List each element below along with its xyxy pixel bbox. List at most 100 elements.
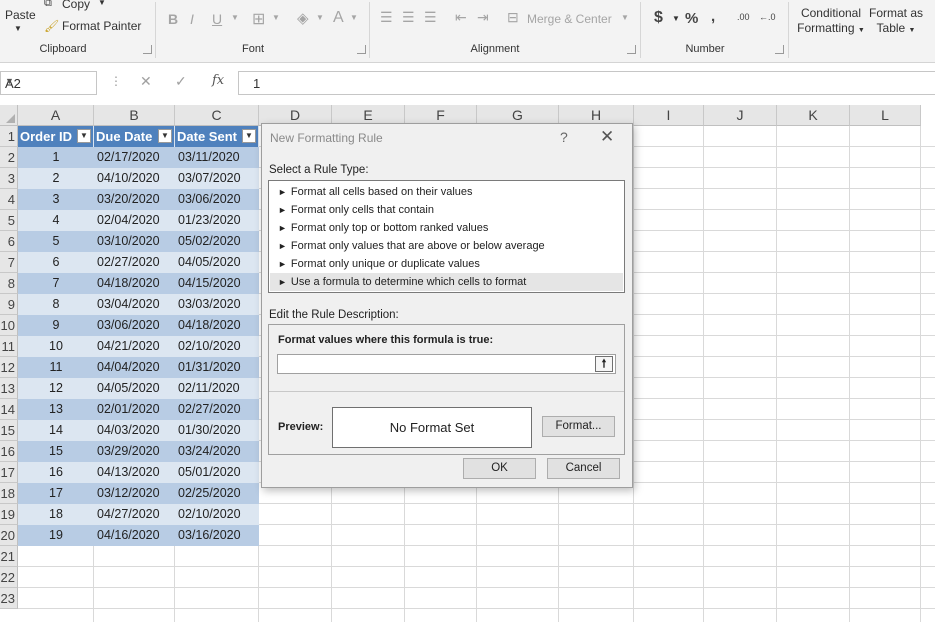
bold-button[interactable]: B — [168, 11, 178, 27]
font-color-dropdown-icon[interactable]: ▼ — [350, 13, 358, 22]
table-cell[interactable]: 03/11/2020 — [175, 147, 259, 168]
rule-type-option[interactable]: ► Format only unique or duplicate values — [270, 255, 623, 273]
table-cell[interactable]: 2 — [18, 168, 94, 189]
table-cell[interactable]: 04/21/2020 — [94, 336, 175, 357]
row-header-21[interactable]: 21 — [0, 546, 18, 567]
confirm-entry-icon[interactable]: ✓ — [175, 73, 187, 90]
table-cell[interactable]: 16 — [18, 462, 94, 483]
row-header-14[interactable]: 14 — [0, 399, 18, 420]
close-icon[interactable]: ✕ — [600, 127, 614, 147]
table-cell[interactable]: 05/01/2020 — [175, 462, 259, 483]
decrease-decimal-button[interactable]: ←.0 — [759, 12, 776, 22]
table-cell[interactable]: 04/13/2020 — [94, 462, 175, 483]
table-cell[interactable]: 1 — [18, 147, 94, 168]
decrease-indent-icon[interactable]: ⇤ — [455, 9, 467, 26]
row-header-10[interactable]: 10 — [0, 315, 18, 336]
table-cell[interactable]: 19 — [18, 525, 94, 546]
row-header-3[interactable]: 3 — [0, 168, 18, 189]
alignment-launcher-icon[interactable] — [627, 45, 636, 54]
table-cell[interactable]: 01/23/2020 — [175, 210, 259, 231]
due-date-header[interactable]: Due Date ▼ — [94, 126, 175, 147]
row-header-20[interactable]: 20 — [0, 525, 18, 546]
rule-type-list[interactable]: ► Format all cells based on their values ►… — [268, 180, 625, 293]
table-cell[interactable]: 01/30/2020 — [175, 420, 259, 441]
underline-button[interactable]: U — [212, 11, 222, 27]
number-launcher-icon[interactable] — [775, 45, 784, 54]
table-cell[interactable]: 4 — [18, 210, 94, 231]
column-header-i[interactable]: I — [634, 105, 704, 126]
table-cell[interactable]: 10 — [18, 336, 94, 357]
select-all-corner[interactable] — [0, 105, 18, 126]
align-right-icon[interactable]: ☰ — [424, 9, 437, 26]
column-header-l[interactable]: L — [850, 105, 921, 126]
filter-dropdown-icon[interactable]: ▼ — [158, 129, 172, 143]
table-cell[interactable]: 15 — [18, 441, 94, 462]
table-cell[interactable]: 01/31/2020 — [175, 357, 259, 378]
filter-dropdown-icon[interactable]: ▼ — [77, 129, 91, 143]
table-cell[interactable]: 03/16/2020 — [175, 525, 259, 546]
name-box[interactable]: A2 ▼ — [0, 71, 97, 95]
conditional-formatting-button[interactable]: Conditional Formatting ▼ — [796, 6, 866, 35]
table-cell[interactable]: 03/07/2020 — [175, 168, 259, 189]
cancel-button[interactable]: Cancel — [547, 458, 620, 479]
table-cell[interactable]: 9 — [18, 315, 94, 336]
name-box-dropdown-icon[interactable]: ▼ — [5, 76, 92, 86]
font-color-icon[interactable]: A — [333, 9, 344, 27]
row-header-16[interactable]: 16 — [0, 441, 18, 462]
table-cell[interactable]: 8 — [18, 294, 94, 315]
paste-dropdown-icon[interactable]: ▼ — [14, 24, 22, 33]
table-cell[interactable]: 03/06/2020 — [175, 189, 259, 210]
table-cell[interactable]: 13 — [18, 399, 94, 420]
copy-button[interactable]: Copy — [62, 0, 90, 11]
cancel-entry-icon[interactable]: ✕ — [140, 73, 152, 90]
row-header-18[interactable]: 18 — [0, 483, 18, 504]
table-cell[interactable]: 02/10/2020 — [175, 504, 259, 525]
table-cell[interactable]: 02/25/2020 — [175, 483, 259, 504]
currency-button[interactable]: $ — [654, 9, 663, 27]
table-cell[interactable]: 5 — [18, 231, 94, 252]
table-cell[interactable]: 02/27/2020 — [175, 399, 259, 420]
insert-function-icon[interactable]: fx — [212, 73, 224, 88]
collapse-dialog-icon[interactable]: 🠕 — [595, 356, 613, 372]
table-cell[interactable]: 12 — [18, 378, 94, 399]
align-center-icon[interactable]: ☰ — [402, 9, 415, 26]
filter-dropdown-icon[interactable]: ▼ — [242, 129, 256, 143]
table-cell[interactable]: 03/04/2020 — [94, 294, 175, 315]
table-cell[interactable]: 11 — [18, 357, 94, 378]
table-cell[interactable]: 03/24/2020 — [175, 441, 259, 462]
table-cell[interactable]: 05/02/2020 — [175, 231, 259, 252]
fill-color-icon[interactable]: ◈ — [297, 9, 309, 27]
row-header-4[interactable]: 4 — [0, 189, 18, 210]
percent-button[interactable]: % — [685, 10, 698, 27]
column-header-j[interactable]: J — [704, 105, 777, 126]
increase-decimal-button[interactable]: .00 — [737, 12, 750, 22]
rule-type-option[interactable]: ► Format only values that are above or be… — [270, 237, 623, 255]
merge-center-dropdown-icon[interactable]: ▼ — [621, 13, 629, 22]
table-cell[interactable]: 03/10/2020 — [94, 231, 175, 252]
rule-type-option[interactable]: ► Use a formula to determine which cells … — [270, 273, 623, 291]
row-header-13[interactable]: 13 — [0, 378, 18, 399]
increase-indent-icon[interactable]: ⇥ — [477, 9, 489, 26]
borders-dropdown-icon[interactable]: ▼ — [272, 13, 280, 22]
paste-button[interactable]: Paste — [5, 8, 36, 22]
row-header-17[interactable]: 17 — [0, 462, 18, 483]
table-cell[interactable]: 04/18/2020 — [94, 273, 175, 294]
fill-color-dropdown-icon[interactable]: ▼ — [316, 13, 324, 22]
table-cell[interactable]: 04/05/2020 — [175, 252, 259, 273]
table-cell[interactable]: 03/03/2020 — [175, 294, 259, 315]
row-header-6[interactable]: 6 — [0, 231, 18, 252]
underline-dropdown-icon[interactable]: ▼ — [231, 13, 239, 22]
table-cell[interactable]: 04/10/2020 — [94, 168, 175, 189]
formula-input[interactable]: 1 — [238, 71, 935, 95]
column-header-k[interactable]: K — [777, 105, 850, 126]
column-header-c[interactable]: C — [175, 105, 259, 126]
format-as-table-button[interactable]: Format as Table ▼ — [866, 6, 926, 35]
currency-dropdown-icon[interactable]: ▼ — [672, 14, 680, 23]
row-header-9[interactable]: 9 — [0, 294, 18, 315]
clipboard-launcher-icon[interactable] — [143, 45, 152, 54]
comma-button[interactable]: , — [711, 8, 715, 25]
table-cell[interactable]: 03/12/2020 — [94, 483, 175, 504]
rule-type-option[interactable]: ► Format only cells that contain — [270, 201, 623, 219]
copy-dropdown-icon[interactable]: ▼ — [98, 0, 106, 7]
row-header-5[interactable]: 5 — [0, 210, 18, 231]
